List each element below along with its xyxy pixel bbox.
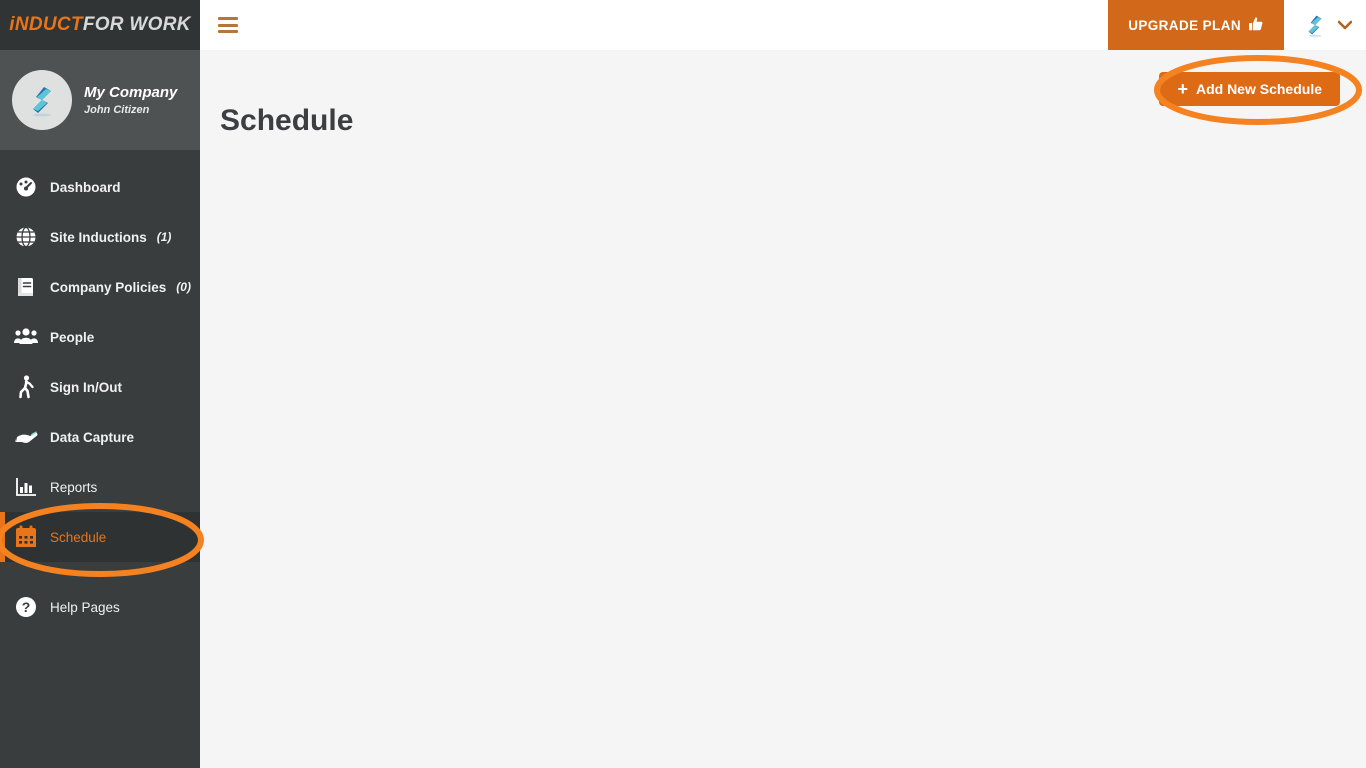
thumbs-up-icon	[1248, 16, 1264, 35]
sidebar-item-dashboard[interactable]: Dashboard	[0, 162, 200, 212]
sidebar-item-label: Schedule	[50, 529, 107, 545]
question-mark-icon: ?	[10, 596, 42, 618]
globe-icon	[10, 226, 42, 248]
plus-icon: +	[1177, 79, 1188, 99]
hand-icon	[10, 428, 42, 446]
sidebar-item-company-policies[interactable]: Company Policies (0)	[0, 262, 200, 312]
sidebar-item-help-pages[interactable]: ? Help Pages	[0, 582, 200, 632]
page-title: Schedule	[220, 104, 354, 137]
sidebar-item-count: (1)	[156, 230, 172, 244]
hamburger-icon[interactable]	[218, 17, 238, 33]
company-logo-icon	[1308, 15, 1322, 37]
company-name: My Company	[84, 83, 178, 101]
walking-person-icon	[10, 375, 42, 399]
sidebar-item-schedule[interactable]: Schedule	[0, 512, 200, 562]
chevron-down-icon[interactable]	[1338, 0, 1366, 50]
avatar	[12, 70, 72, 130]
hamburger-bar	[218, 30, 238, 33]
company-logo-icon	[33, 87, 51, 117]
sidebar-item-data-capture[interactable]: Data Capture	[0, 412, 200, 462]
sidebar-item-count: (0)	[176, 280, 191, 294]
calendar-icon	[10, 525, 42, 549]
header-avatar[interactable]	[1284, 0, 1338, 50]
profile-meta: My Company John Citizen	[84, 84, 177, 117]
people-icon	[10, 327, 42, 347]
sidebar-item-label: Reports	[50, 479, 98, 495]
main-content: + Add New Schedule Schedule	[200, 50, 1366, 768]
sidebar-item-label: Company Policies	[50, 279, 167, 295]
sidebar-item-site-inductions[interactable]: Site Inductions (1)	[0, 212, 200, 262]
add-new-schedule-label: Add New Schedule	[1195, 81, 1322, 97]
hamburger-bar	[218, 23, 238, 27]
book-icon	[10, 276, 42, 298]
sidebar: iNDUCTFOR WORK My Company John Citizen D…	[0, 0, 200, 768]
sidebar-item-label: People	[50, 329, 95, 345]
sidebar-item-label: Dashboard	[50, 179, 121, 195]
top-header: UPGRADE PLAN	[200, 0, 1366, 50]
upgrade-plan-label: UPGRADE PLAN	[1128, 17, 1241, 33]
dashboard-gauge-icon	[10, 176, 42, 198]
add-new-schedule-button[interactable]: + Add New Schedule	[1159, 72, 1340, 106]
brand-primary-text: iNDUCT	[9, 14, 83, 35]
sidebar-item-label: Data Capture	[50, 429, 135, 445]
brand-logo[interactable]: iNDUCTFOR WORK	[0, 0, 200, 50]
user-name: John Citizen	[84, 103, 150, 116]
sidebar-item-reports[interactable]: Reports	[0, 462, 200, 512]
sidebar-item-label: Site Inductions	[50, 229, 147, 245]
svg-text:?: ?	[22, 599, 31, 615]
sidebar-item-label: Sign In/Out	[50, 379, 122, 395]
upgrade-plan-button[interactable]: UPGRADE PLAN	[1108, 0, 1284, 50]
bar-chart-icon	[10, 477, 42, 497]
sidebar-item-label: Help Pages	[50, 599, 120, 615]
brand-secondary-text: FOR WORK	[82, 14, 191, 35]
sidebar-item-people[interactable]: People	[0, 312, 200, 362]
profile-block[interactable]: My Company John Citizen	[0, 50, 200, 150]
sidebar-item-sign-in-out[interactable]: Sign In/Out	[0, 362, 200, 412]
app-root: iNDUCTFOR WORK My Company John Citizen D…	[0, 0, 1366, 768]
sidebar-nav: Dashboard Site Inductions (1) Company Po…	[0, 150, 200, 632]
header-right-group: UPGRADE PLAN	[1108, 0, 1366, 50]
hamburger-bar	[218, 17, 238, 20]
